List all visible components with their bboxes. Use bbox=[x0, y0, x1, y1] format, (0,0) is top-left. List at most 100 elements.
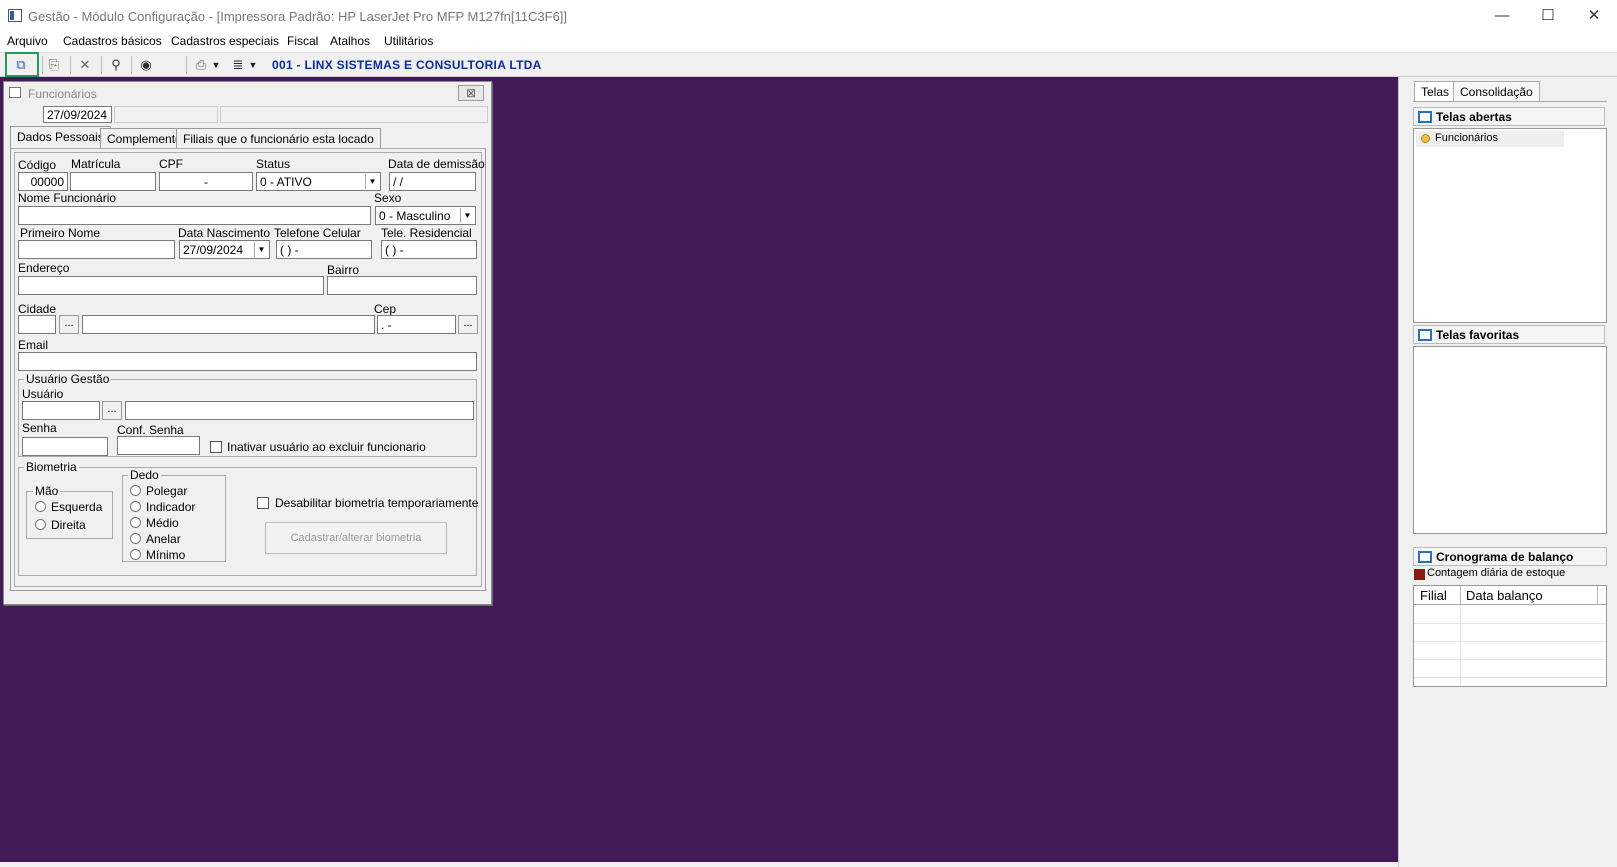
toolbar-separator bbox=[186, 56, 187, 74]
matricula-field[interactable] bbox=[70, 172, 156, 191]
usuario-lookup-button[interactable]: ... bbox=[102, 401, 122, 420]
primeiro-label: Primeiro Nome bbox=[20, 226, 101, 240]
sexo-select[interactable]: 0 - Masculino ▼ bbox=[375, 206, 476, 225]
dedo-polegar-radio[interactable] bbox=[130, 485, 141, 496]
grid-col-divider bbox=[1597, 586, 1598, 605]
printer-dropdown-icon[interactable]: ▼ bbox=[210, 55, 222, 75]
cep-field[interactable]: . - bbox=[377, 315, 456, 334]
maximize-button[interactable]: ☐ bbox=[1525, 4, 1571, 28]
desabilitar-checkbox[interactable] bbox=[257, 497, 269, 509]
tab-dados-pessoais[interactable]: Dados Pessoais bbox=[10, 126, 111, 148]
menu-fiscal[interactable]: Fiscal bbox=[287, 34, 318, 48]
close-button[interactable]: ✕ bbox=[1571, 4, 1617, 28]
usuario-code-field[interactable] bbox=[22, 401, 100, 420]
new-record-icon[interactable]: ⧉ bbox=[10, 55, 32, 75]
telas-abertas-list: Funcionários bbox=[1413, 128, 1607, 323]
search-icon[interactable]: ⚲ bbox=[105, 55, 127, 75]
endereco-label: Endereço bbox=[18, 261, 70, 275]
funcionarios-window: Funcionários ⊠ 27/09/2024 Dados Pessoais… bbox=[3, 81, 492, 605]
table-row bbox=[1414, 660, 1606, 678]
grid-col-divider bbox=[1460, 605, 1461, 686]
grid-header: Filial Data balanço bbox=[1414, 586, 1606, 605]
sexo-value: 0 - Masculino bbox=[379, 209, 451, 223]
grid-header-data-balanco[interactable]: Data balanço bbox=[1466, 588, 1543, 603]
child-window-title: Funcionários bbox=[28, 87, 97, 101]
bairro-label: Bairro bbox=[327, 263, 360, 277]
delete-icon[interactable]: ✕ bbox=[74, 55, 96, 75]
telas-abertas-label: Telas abertas bbox=[1436, 110, 1512, 124]
legend-swatch bbox=[1414, 569, 1425, 580]
mao-esquerda-radio[interactable] bbox=[35, 501, 46, 512]
matricula-label: Matrícula bbox=[71, 157, 121, 171]
dedo-medio-radio[interactable] bbox=[130, 517, 141, 528]
tab-filiais[interactable]: Filiais que o funcionário esta locado bbox=[176, 128, 381, 148]
menu-arquivo[interactable]: Arquivo bbox=[7, 34, 48, 48]
chevron-down-icon[interactable]: ▼ bbox=[365, 174, 379, 189]
email-label: Email bbox=[18, 338, 49, 352]
minimize-button[interactable]: — bbox=[1479, 4, 1525, 28]
cpf-field[interactable]: - bbox=[159, 172, 253, 191]
nascimento-value: 27/09/2024 bbox=[183, 243, 244, 257]
endereco-field[interactable] bbox=[18, 276, 324, 295]
dedo-minimo-radio[interactable] bbox=[130, 549, 141, 560]
celular-label: Telefone Celular bbox=[274, 226, 361, 240]
mao-esquerda-label: Esquerda bbox=[51, 500, 103, 514]
email-field[interactable] bbox=[18, 352, 477, 371]
tab-consolidacao[interactable]: Consolidação bbox=[1453, 81, 1540, 101]
grid-header-filial[interactable]: Filial bbox=[1420, 588, 1447, 603]
primeiro-field[interactable] bbox=[18, 240, 175, 259]
menu-atalhos[interactable]: Atalhos bbox=[330, 34, 370, 48]
export-dropdown-icon[interactable]: ▼ bbox=[247, 55, 259, 75]
celular-field[interactable]: ( ) - bbox=[276, 240, 372, 259]
senha-field[interactable] bbox=[22, 437, 108, 456]
open-window-icon bbox=[1421, 134, 1430, 143]
cpf-label: CPF bbox=[159, 157, 183, 171]
export-icon[interactable]: ≣ bbox=[227, 55, 249, 75]
tab-divider bbox=[1413, 101, 1607, 102]
bairro-field[interactable] bbox=[327, 276, 477, 295]
tab-telas[interactable]: Telas bbox=[1414, 81, 1457, 101]
list-item-funcionarios[interactable]: Funcionários bbox=[1416, 131, 1564, 147]
nome-label: Nome Funcionário bbox=[18, 191, 117, 205]
dedo-indicador-radio[interactable] bbox=[130, 501, 141, 512]
status-label: Status bbox=[256, 157, 291, 171]
child-close-button[interactable]: ⊠ bbox=[458, 85, 484, 101]
toolbar-separator bbox=[101, 56, 102, 74]
codigo-label: Código bbox=[18, 158, 57, 172]
conf-senha-label: Conf. Senha bbox=[117, 423, 184, 437]
nome-field[interactable] bbox=[18, 206, 371, 225]
calendar-dropdown-icon[interactable]: ▼ bbox=[254, 242, 268, 257]
codigo-field[interactable]: 00000 bbox=[18, 172, 68, 191]
nascimento-picker[interactable]: 27/09/2024 ▼ bbox=[179, 240, 270, 259]
status-panel bbox=[220, 106, 488, 123]
legend-label: Contagem diária de estoque bbox=[1427, 567, 1566, 579]
settings-icon[interactable]: ◉ bbox=[135, 55, 157, 75]
copy-record-icon[interactable]: ⎘ bbox=[43, 55, 65, 75]
cep-lookup-button[interactable]: ... bbox=[458, 315, 478, 334]
residencial-field[interactable]: ( ) - bbox=[381, 240, 477, 259]
conf-senha-field[interactable] bbox=[117, 436, 200, 455]
chevron-down-icon[interactable]: ▼ bbox=[460, 208, 474, 223]
mao-direita-radio[interactable] bbox=[35, 519, 46, 530]
status-select[interactable]: 0 - ATIVO ▼ bbox=[256, 172, 381, 191]
nascimento-label: Data Nascimento bbox=[178, 226, 271, 240]
status-value: 0 - ATIVO bbox=[260, 175, 312, 189]
mao-label: Mão bbox=[33, 484, 61, 498]
right-panel: Telas Consolidação Telas abertas Funcion… bbox=[1398, 77, 1617, 867]
cidade-lookup-button[interactable]: ... bbox=[59, 315, 79, 334]
cidade-code-field[interactable] bbox=[18, 315, 56, 334]
dedo-polegar-label: Polegar bbox=[146, 484, 188, 498]
menu-cadastros-especiais[interactable]: Cadastros especiais bbox=[171, 34, 279, 48]
demissao-field[interactable]: / / bbox=[389, 172, 476, 191]
cadastrar-biometria-button[interactable]: Cadastrar/alterar biometria bbox=[265, 522, 447, 554]
mao-direita-label: Direita bbox=[51, 518, 86, 532]
menu-cadastros-basicos[interactable]: Cadastros básicos bbox=[63, 34, 162, 48]
cidade-name-field[interactable] bbox=[82, 315, 375, 334]
menu-utilitarios[interactable]: Utilitários bbox=[384, 34, 433, 48]
inativar-checkbox[interactable] bbox=[210, 441, 222, 453]
printer-icon[interactable]: ⎙ bbox=[190, 55, 212, 75]
usuario-name-field[interactable] bbox=[125, 401, 474, 420]
dedo-anelar-radio[interactable] bbox=[130, 533, 141, 544]
sexo-label: Sexo bbox=[374, 191, 402, 205]
cronograma-label: Cronograma de balanço bbox=[1436, 550, 1574, 564]
